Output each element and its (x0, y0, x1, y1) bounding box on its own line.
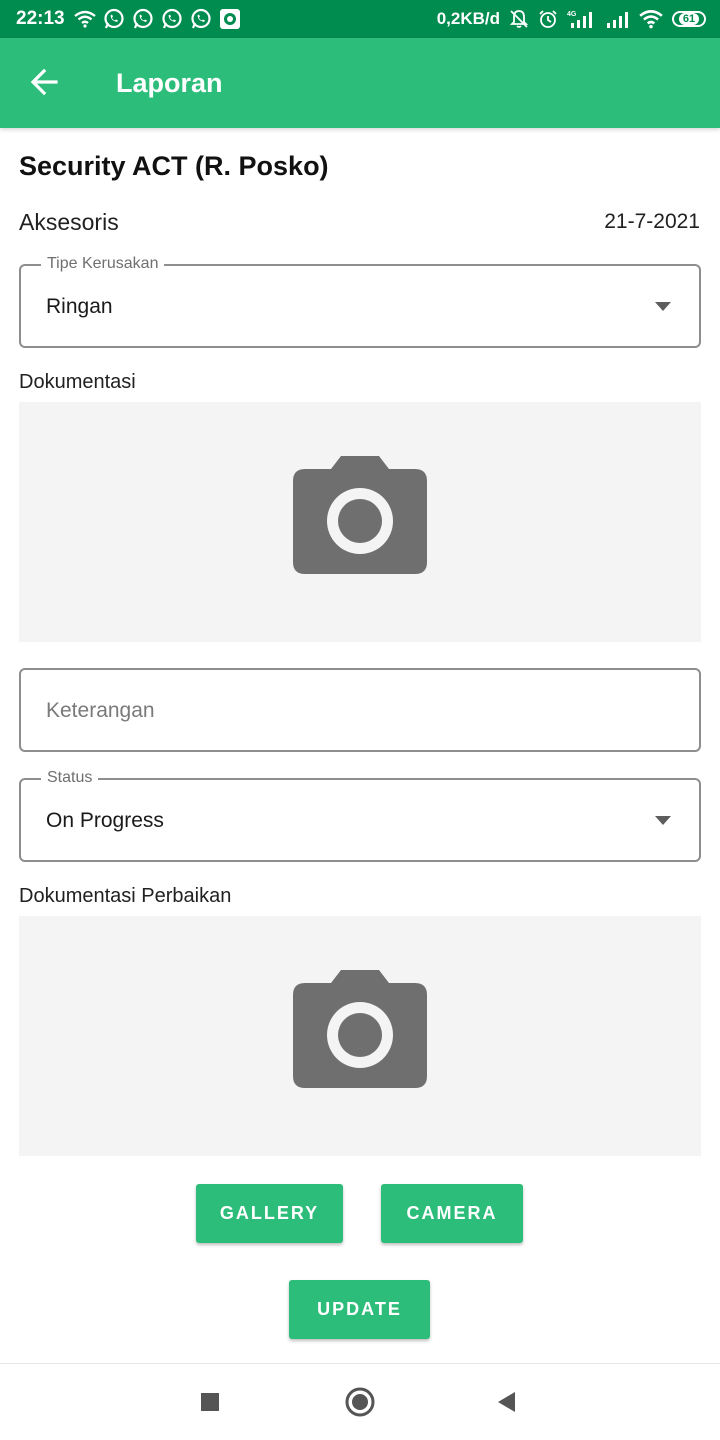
documentation-label: Dokumentasi (19, 371, 136, 393)
screen: 22:13 0,2KB/d 4G 61 Laporan Security ACT… (0, 0, 720, 1440)
damage-type-value: Ringan (46, 295, 113, 318)
status-value: On Progress (46, 809, 164, 832)
dropdown-arrow-icon (655, 816, 671, 825)
status-time: 22:13 (16, 8, 65, 29)
whatsapp-icon (133, 8, 153, 29)
signal-icon: 4G (567, 11, 592, 28)
recents-button[interactable] (192, 1384, 228, 1420)
page-title: Security ACT (R. Posko) (19, 151, 329, 181)
category-label: Aksesoris (19, 209, 119, 235)
status-right: 0,2KB/d 4G 61 (437, 7, 706, 31)
wifi-icon (74, 10, 96, 28)
damage-type-dropdown[interactable]: Tipe Kerusakan Ringan (19, 255, 701, 348)
status-bar: 22:13 0,2KB/d 4G 61 (0, 0, 720, 38)
signal-icon (607, 12, 628, 28)
documentation-photo[interactable] (19, 402, 701, 642)
camera-button[interactable]: CAMERA (381, 1184, 523, 1243)
system-nav-bar (0, 1363, 720, 1440)
gallery-button[interactable]: GALLERY (196, 1184, 343, 1243)
notification-icons (74, 7, 241, 31)
whatsapp-icon (104, 8, 124, 29)
status-label: Status (41, 769, 99, 787)
app-title: Laporan (116, 68, 223, 98)
network-speed: 0,2KB/d (436, 9, 500, 28)
description-placeholder: Keterangan (46, 699, 155, 722)
home-circle-icon (345, 1387, 375, 1417)
app-bar: Laporan (0, 38, 720, 128)
alarm-icon (539, 10, 557, 28)
repair-documentation-photo[interactable] (19, 916, 701, 1156)
update-button[interactable]: UPDATE (289, 1280, 430, 1339)
whatsapp-icon (162, 8, 182, 29)
mute-icon (509, 10, 529, 28)
damage-type-label: Tipe Kerusakan (41, 255, 165, 273)
arrow-back-icon (30, 68, 58, 96)
camera-icon (293, 970, 427, 1088)
wifi-icon (639, 10, 663, 29)
camera-icon (293, 456, 427, 574)
back-nav-button[interactable] (488, 1384, 524, 1420)
recents-square-icon (201, 1393, 219, 1411)
battery-level: 61 (678, 13, 700, 25)
status-dropdown[interactable]: Status On Progress (19, 769, 701, 862)
screen-record-icon (220, 9, 240, 29)
whatsapp-icon (191, 8, 211, 29)
back-button[interactable] (24, 62, 64, 102)
report-date: 21-7-2021 (604, 210, 700, 233)
description-input[interactable]: Keterangan (19, 668, 701, 752)
battery-icon: 61 (672, 11, 706, 27)
repair-documentation-label: Dokumentasi Perbaikan (19, 885, 232, 907)
dropdown-arrow-icon (655, 302, 671, 311)
back-triangle-icon (498, 1392, 515, 1412)
home-button[interactable] (342, 1384, 378, 1420)
network-type-label: 4G (567, 11, 577, 18)
